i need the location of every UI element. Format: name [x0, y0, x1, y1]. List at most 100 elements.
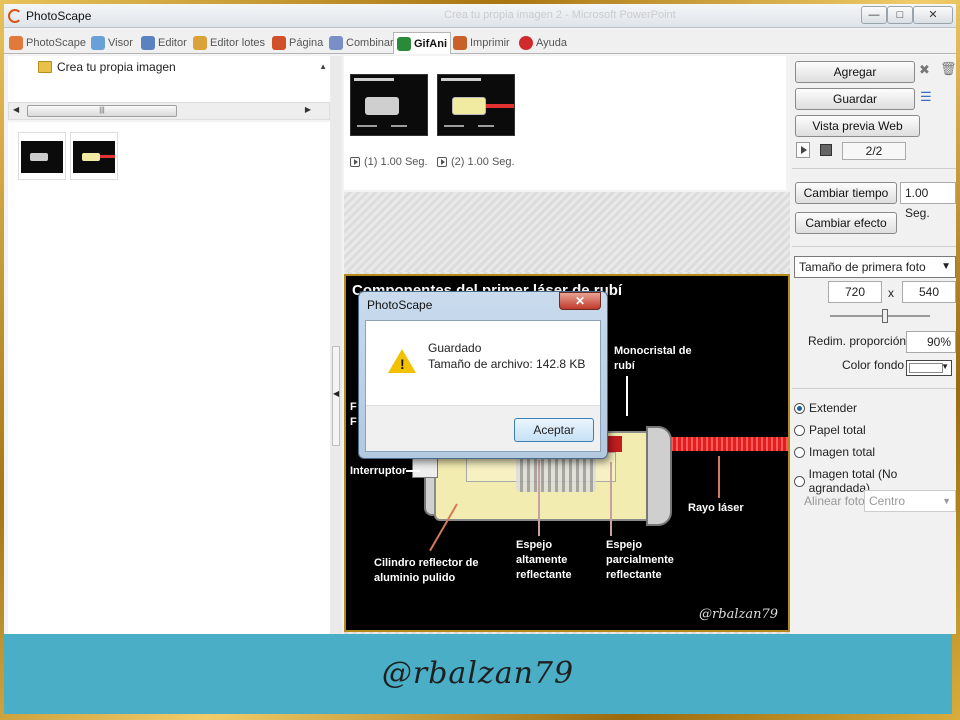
file-thumbnail[interactable] — [70, 132, 118, 180]
photoscape-tab-icon — [9, 36, 23, 50]
dialog-title: PhotoScape — [367, 298, 433, 312]
size-separator: x — [888, 286, 894, 300]
pointer-line — [718, 456, 720, 498]
pointer-line — [406, 470, 420, 472]
thumbnail-image — [73, 141, 115, 173]
pointer-line — [626, 376, 628, 416]
viewer-icon — [91, 36, 105, 50]
radio — [794, 424, 805, 436]
divider — [792, 388, 956, 389]
width-field[interactable]: 720 — [828, 281, 882, 303]
gif-animation-icon — [397, 36, 411, 51]
height-field[interactable]: 540 — [902, 281, 956, 303]
page-icon — [272, 36, 286, 50]
radio-selected — [794, 402, 805, 414]
scroll-up-icon[interactable]: ▲ — [319, 62, 327, 71]
change-time-button[interactable]: Cambiar tiempo — [795, 182, 897, 204]
tree-item-folder[interactable]: Crea tu propia imagen — [38, 60, 176, 74]
tab-gifani[interactable]: GifAni — [393, 32, 451, 54]
photoscape-logo-icon — [8, 9, 22, 23]
save-button[interactable]: Guardar — [795, 88, 915, 110]
editor-icon — [141, 36, 155, 50]
frame-2-duration[interactable]: (2) 1.00 Seg. — [437, 156, 515, 168]
laser-output — [608, 436, 622, 452]
frame-thumbnail-1[interactable] — [350, 74, 428, 136]
label-cilindro: Cilindro reflector de aluminio pulido — [374, 557, 479, 584]
size-slider-track[interactable] — [830, 315, 930, 317]
folder-tree: Crea tu propia imagen ▲ — [8, 56, 330, 104]
option-papel-total[interactable]: Papel total — [794, 423, 866, 437]
tab-combinar[interactable]: Combinar — [326, 32, 397, 54]
chevron-down-icon: ▼ — [941, 362, 949, 371]
align-photo-select[interactable]: Centro ▼ — [864, 490, 956, 512]
minimize-button[interactable]: — — [861, 6, 887, 24]
trash-icon[interactable]: 🗑 — [940, 61, 956, 77]
dialog-body: ! Guardado Tamaño de archivo: 142.8 KB A… — [365, 320, 601, 452]
remove-icon[interactable]: ✖ — [919, 62, 930, 78]
tab-editor-lotes[interactable]: Editor lotes — [190, 32, 268, 54]
resize-ratio-field[interactable]: 90% — [906, 331, 956, 353]
batch-editor-icon — [193, 36, 207, 50]
collapse-panel-icon[interactable]: ◀ — [332, 346, 340, 446]
horizontal-scrollbar[interactable]: ◀ ||| ▶ — [8, 102, 330, 120]
dialog-close-button[interactable]: ✕ — [559, 292, 601, 310]
tab-imprimir[interactable]: Imprimir — [450, 32, 513, 54]
size-mode-select[interactable]: Tamaño de primera foto ▼ — [794, 256, 956, 278]
preview-background — [344, 192, 790, 272]
signature-banner: @rbalzan79 — [4, 634, 952, 714]
dialog-footer: Aceptar — [366, 405, 600, 451]
warning-mark-icon: ! — [400, 356, 405, 372]
maximize-button[interactable]: □ — [887, 6, 913, 24]
size-slider-thumb[interactable] — [882, 309, 888, 323]
pointer-line — [538, 460, 540, 536]
panel-splitter[interactable]: ◀ — [330, 56, 342, 634]
signature-text: @rbalzan79 — [381, 656, 575, 691]
tab-photoscape[interactable]: PhotoScape — [6, 32, 89, 54]
radio — [794, 475, 805, 487]
stop-icon[interactable] — [820, 144, 832, 156]
label-espejo-parcialmente: Espejo parcialmente reflectante — [606, 539, 674, 581]
chevron-down-icon: ▼ — [941, 261, 951, 272]
animation-frames-strip: (1) 1.00 Seg. (2) 1.00 Seg. — [344, 56, 786, 190]
switch-shape — [412, 458, 438, 478]
background-window-title: Crea tu propia imagen 2 - Microsoft Powe… — [444, 9, 676, 21]
option-extender[interactable]: Extender — [794, 401, 857, 415]
pointer-line — [610, 462, 612, 536]
time-value-field[interactable]: 1.00 Seg. — [900, 182, 956, 220]
label-interruptor: Interruptor — [350, 465, 407, 477]
label-monocristal: Monocristal de rubí — [614, 345, 692, 372]
right-control-panel: Agregar ✖ 🗑 Guardar ☰ Vista previa Web 2… — [790, 56, 956, 634]
align-photo-label: Alinear foto — [804, 494, 865, 508]
accept-button[interactable]: Aceptar — [514, 418, 594, 442]
label-rayo-laser: Rayo láser — [688, 502, 744, 514]
folder-label: Crea tu propia imagen — [57, 60, 176, 74]
background-color-picker[interactable]: ▼ — [906, 360, 952, 376]
radio — [794, 446, 805, 458]
tab-editor[interactable]: Editor — [138, 32, 190, 54]
add-button[interactable]: Agregar — [795, 61, 915, 83]
dialog-message-status: Guardado — [428, 341, 482, 355]
change-effect-button[interactable]: Cambiar efecto — [795, 212, 897, 234]
scrollbar-thumb[interactable]: ||| — [27, 105, 177, 117]
close-window-button[interactable]: ✕ — [913, 6, 953, 24]
label-espejo-altamente: Espejo altamente reflectante — [516, 539, 572, 581]
scroll-right-icon[interactable]: ▶ — [305, 105, 311, 114]
cylinder-right-cap — [646, 426, 672, 526]
frame-1-duration[interactable]: (1) 1.00 Seg. — [350, 156, 428, 168]
option-imagen-total[interactable]: Imagen total — [794, 445, 875, 459]
play-frame-icon — [437, 157, 447, 167]
tab-pagina[interactable]: Página — [269, 32, 326, 54]
play-icon[interactable] — [796, 142, 810, 158]
tab-visor[interactable]: Visor — [88, 32, 136, 54]
background-color-label: Color fondo — [842, 358, 905, 372]
file-thumbnail[interactable] — [18, 132, 66, 180]
web-preview-button[interactable]: Vista previa Web — [795, 115, 920, 137]
tab-ayuda[interactable]: Ayuda — [516, 32, 570, 54]
combine-icon — [329, 36, 343, 50]
dialog-message-filesize: Tamaño de archivo: 142.8 KB — [428, 357, 586, 371]
tab-bar: PhotoScape Visor Editor Editor lotes Pág… — [4, 30, 956, 54]
slide-watermark: @rbalzan79 — [699, 607, 778, 622]
list-icon[interactable]: ☰ — [920, 89, 932, 105]
frame-thumbnail-2[interactable] — [437, 74, 515, 136]
scroll-left-icon[interactable]: ◀ — [13, 105, 19, 114]
